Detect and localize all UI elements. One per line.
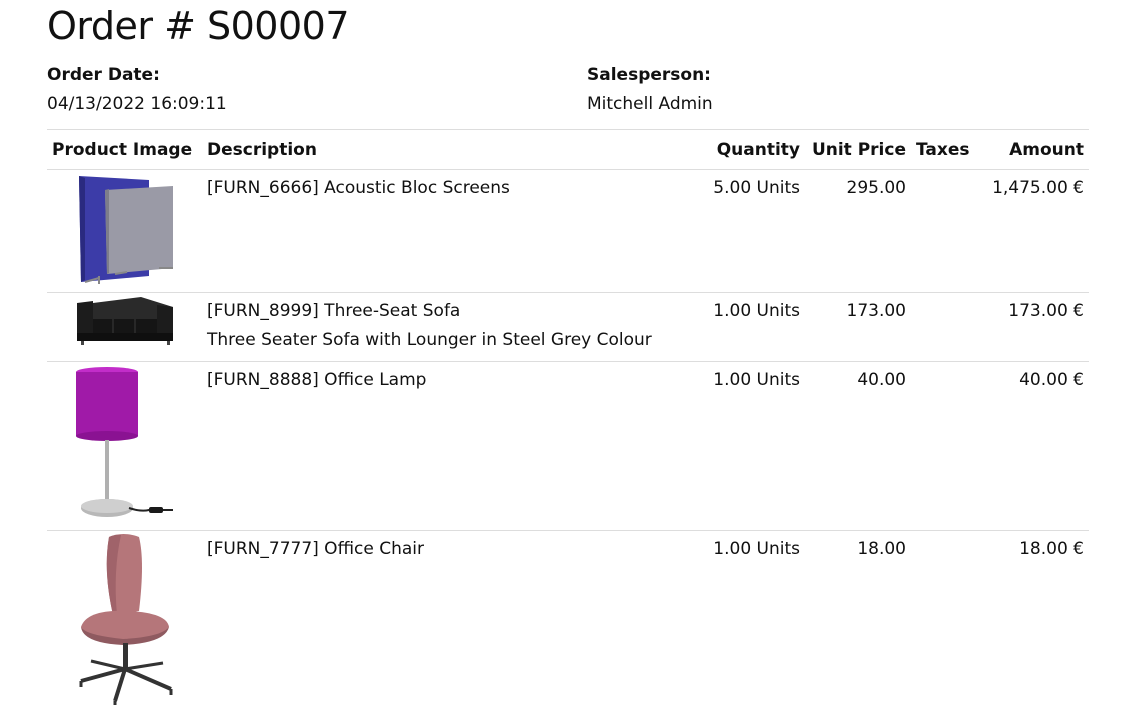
header-quantity: Quantity	[702, 129, 805, 170]
product-image-cell	[47, 531, 202, 726]
line-description-detail: Three Seater Sofa with Lounger in Steel …	[207, 330, 652, 350]
line-unit-price: 18.00	[857, 539, 906, 559]
line-amount: 1,475.00 €	[973, 169, 1089, 293]
order-date-label: Order Date:	[47, 65, 160, 85]
line-unit-price: 295.00	[805, 169, 911, 293]
line-description-cell: [FURN_6666] Acoustic Bloc Screens	[202, 169, 702, 293]
table-row: [FURN_8888] Office Lamp 1.00 Units 40.00…	[47, 361, 1089, 531]
order-report: Order # S00007 Order Date: 04/13/2022 16…	[0, 0, 1130, 726]
line-quantity: 1.00 Units	[713, 539, 800, 559]
table-row: [FURN_7777] Office Chair 1.00 Units 18.0…	[47, 531, 1089, 726]
line-quantity: 5.00 Units	[702, 169, 805, 293]
line-taxes	[911, 531, 973, 726]
line-taxes	[911, 292, 973, 362]
line-amount: 173.00 €	[973, 292, 1089, 362]
office-chair-image	[52, 531, 197, 706]
header-taxes: Taxes	[911, 129, 973, 170]
line-taxes	[911, 361, 973, 531]
order-lines-table: Product Image Description Quantity Unit …	[47, 129, 1089, 726]
line-quantity: 1.00 Units	[702, 361, 805, 531]
salesperson-block: Salesperson: Mitchell Admin	[587, 64, 713, 115]
header-product-image: Product Image	[47, 129, 202, 170]
header-unit-price: Unit Price	[805, 129, 911, 170]
line-description-cell: [FURN_7777] Office Chair	[202, 531, 702, 726]
salesperson-value: Mitchell Admin	[587, 94, 713, 114]
product-image-cell	[47, 292, 202, 362]
order-date-value: 04/13/2022 16:09:11	[47, 94, 227, 114]
line-unit-price: 173.00	[805, 292, 911, 362]
product-image-cell	[47, 169, 202, 293]
table-row: [FURN_6666] Acoustic Bloc Screens 5.00 U…	[47, 169, 1089, 293]
line-taxes	[911, 169, 973, 293]
line-description: [FURN_6666] Acoustic Bloc Screens	[207, 178, 510, 198]
order-title: Order # S00007	[47, 4, 350, 48]
header-description: Description	[202, 129, 702, 170]
salesperson-label: Salesperson:	[587, 65, 711, 85]
line-amount: 40.00 €	[973, 361, 1089, 531]
line-description: [FURN_8888] Office Lamp	[207, 370, 427, 390]
line-description-cell: [FURN_8999] Three-Seat Sofa Three Seater…	[202, 292, 702, 362]
office-lamp-image	[52, 362, 197, 522]
header-amount: Amount	[973, 129, 1089, 170]
table-row: [FURN_8999] Three-Seat Sofa Three Seater…	[47, 292, 1089, 362]
line-unit-price: 40.00	[805, 361, 911, 531]
line-amount: 18.00 €	[1019, 539, 1084, 559]
product-image-cell	[47, 361, 202, 531]
table-header-row: Product Image Description Quantity Unit …	[47, 129, 1089, 170]
line-description: [FURN_7777] Office Chair	[207, 539, 424, 559]
line-description-cell: [FURN_8888] Office Lamp	[202, 361, 702, 531]
order-date-block: Order Date: 04/13/2022 16:09:11	[47, 64, 227, 115]
line-quantity: 1.00 Units	[702, 292, 805, 362]
line-description: [FURN_8999] Three-Seat Sofa	[207, 301, 461, 321]
acoustic-screens-image	[52, 170, 197, 285]
sofa-image	[52, 293, 197, 351]
